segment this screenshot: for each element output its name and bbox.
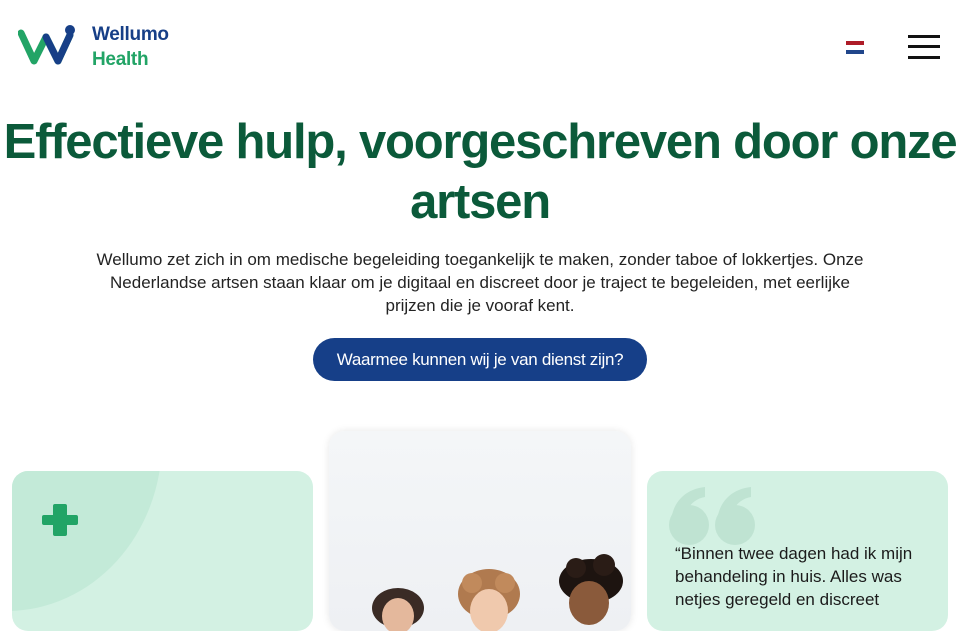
testimonial-card: “Binnen twee dagen had ik mijn behandeli…	[647, 471, 948, 631]
brand-name: Wellumo Health	[92, 22, 169, 72]
brand-name-line2: Health	[92, 49, 149, 70]
team-photo-card	[329, 431, 631, 631]
card-decoration	[12, 471, 162, 611]
brand-name-line1: Wellumo	[92, 24, 169, 45]
brand-logo[interactable]: Wellumo Health	[18, 22, 169, 72]
testimonial-text: “Binnen twee dagen had ik mijn behandeli…	[675, 544, 913, 609]
feature-card-left	[12, 471, 313, 631]
cta-button[interactable]: Waarmee kunnen wij je van dienst zijn?	[313, 338, 647, 381]
hero-description: Wellumo zet zich in om medische begeleid…	[96, 250, 864, 315]
hero-title: Effectieve hulp, voorgeschreven door onz…	[3, 115, 958, 229]
medical-plus-icon	[42, 504, 78, 536]
wellumo-logo-icon	[18, 25, 75, 65]
site-header: Wellumo Health	[0, 0, 960, 96]
netherlands-flag-icon[interactable]	[846, 41, 864, 54]
team-photo	[372, 554, 623, 631]
hamburger-menu-icon[interactable]	[906, 33, 940, 61]
